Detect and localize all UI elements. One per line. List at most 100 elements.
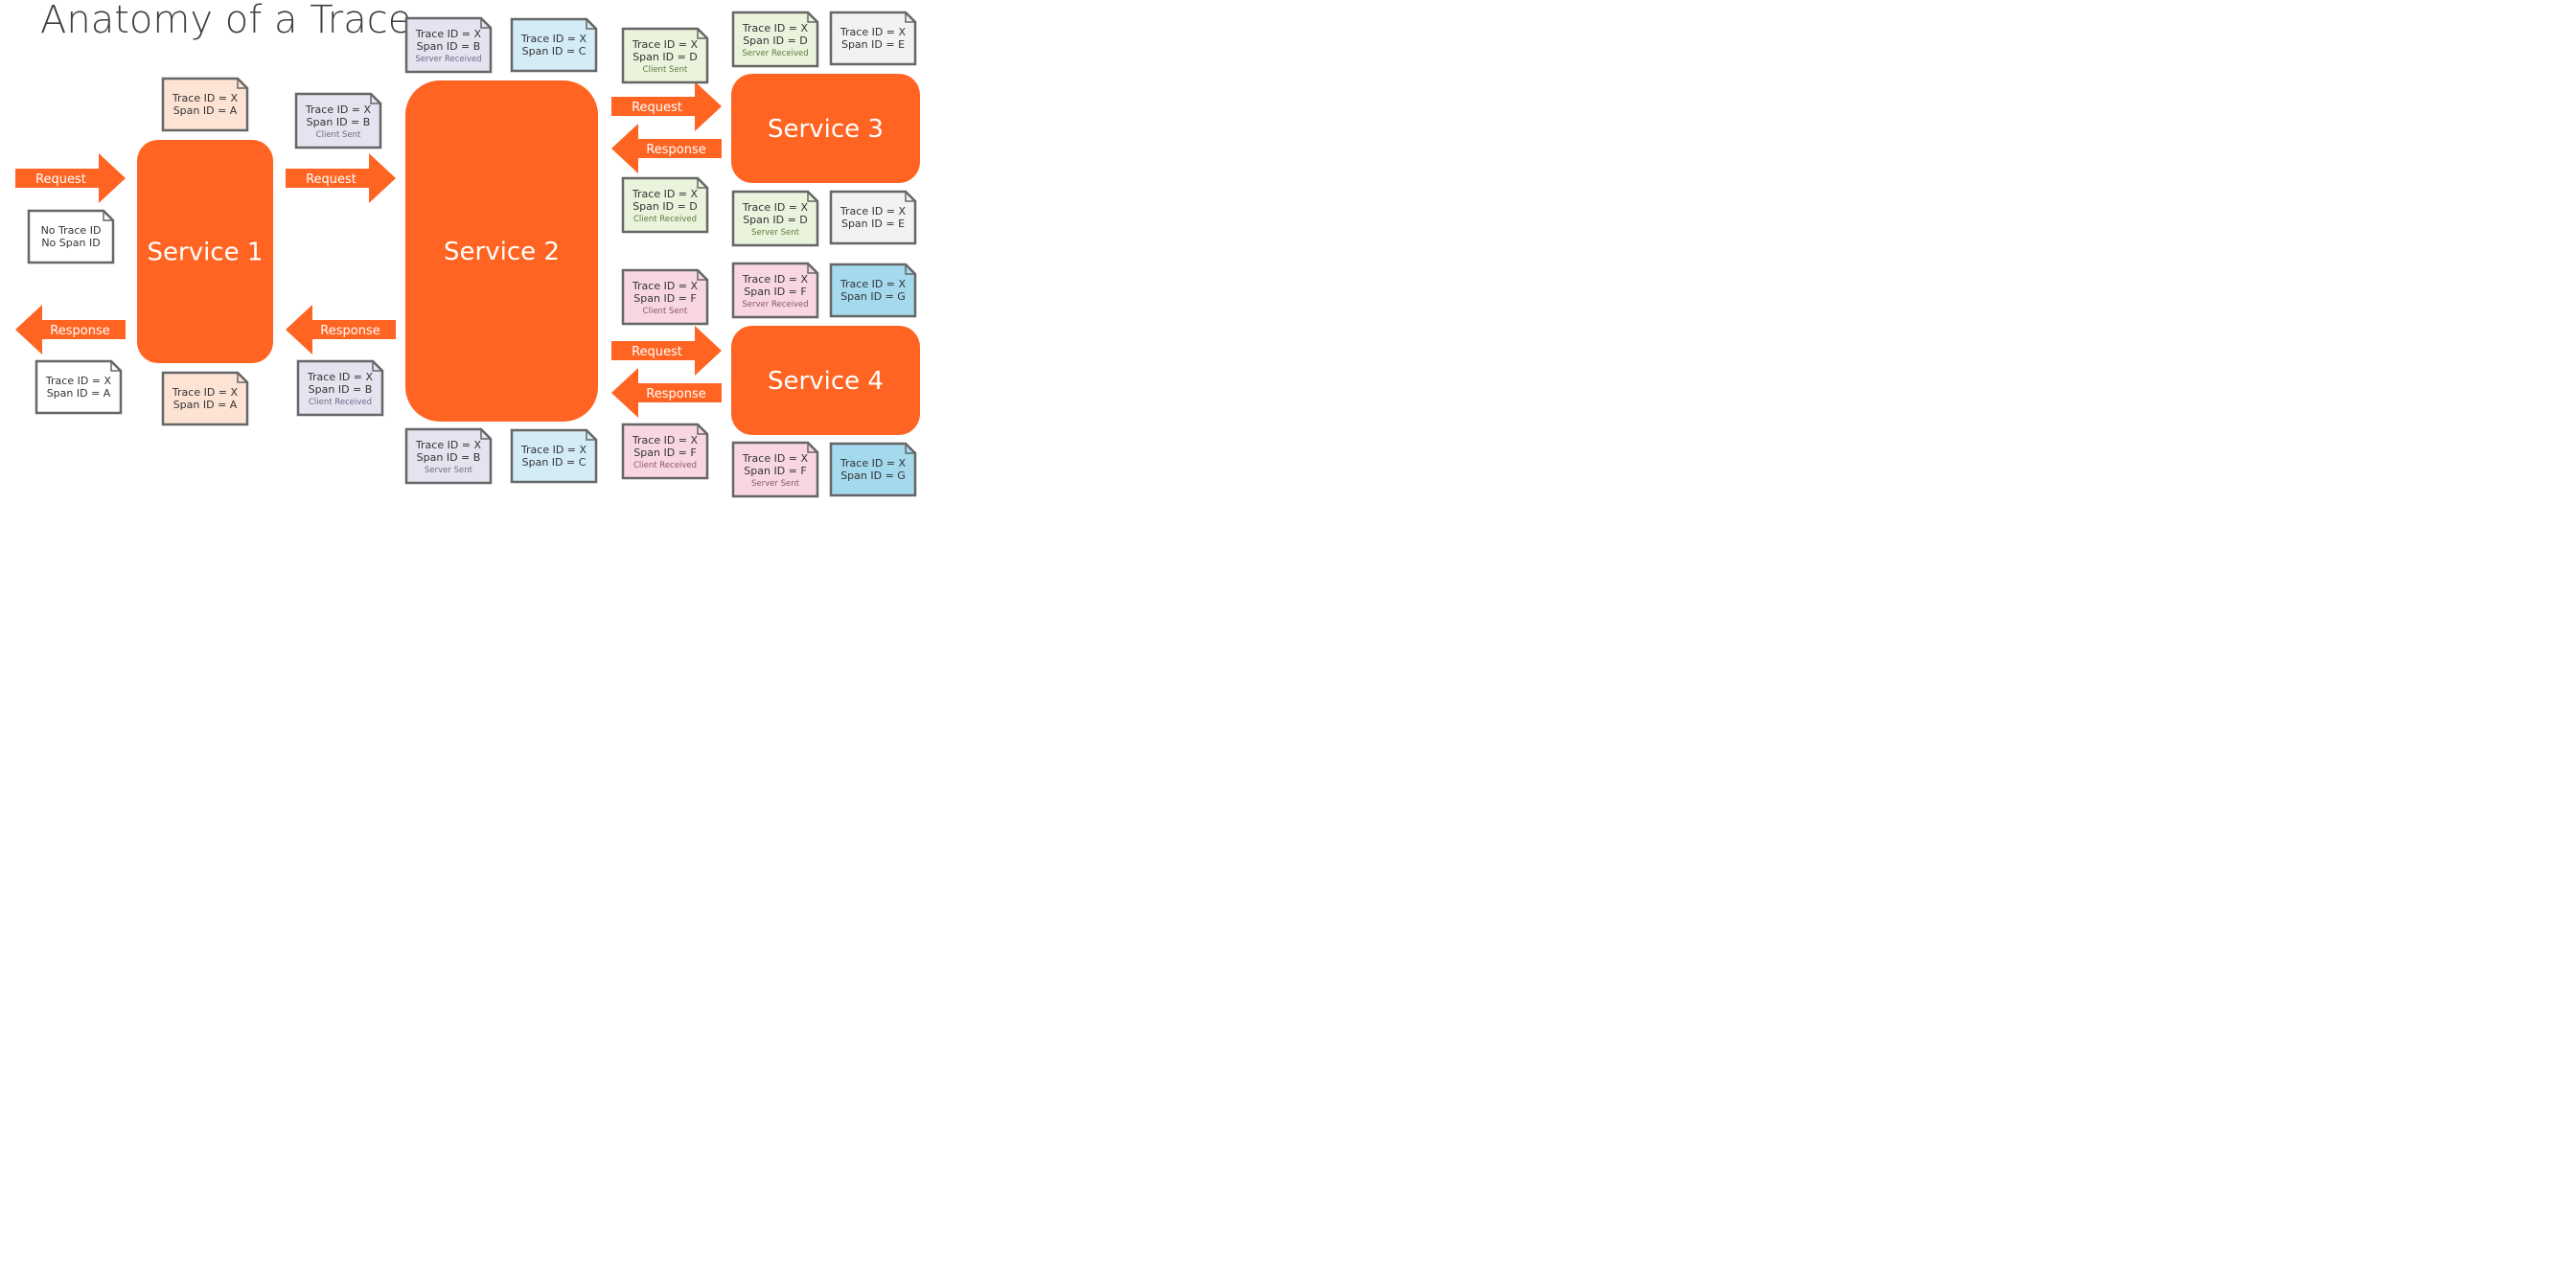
span-event-text: Server Sent <box>751 228 800 238</box>
span-id-text: Span ID = B <box>307 116 371 128</box>
trace-id-text: Trace ID = X <box>840 205 907 217</box>
s2-s1-response-arrow: Response <box>286 305 396 355</box>
span-note-s1-span-a-top: Trace ID = XSpan ID = A <box>161 77 249 132</box>
span-event-text: Client Sent <box>643 65 688 75</box>
span-id-text: Span ID = C <box>522 45 586 57</box>
span-id-text: Span ID = E <box>841 217 905 230</box>
trace-id-text: Trace ID = X <box>307 371 374 383</box>
span-note-d-server-received: Trace ID = XSpan ID = D Server Received <box>731 11 819 68</box>
span-event-text: Server Sent <box>751 479 800 489</box>
span-note-f-client-sent: Trace ID = XSpan ID = F Client Sent <box>621 268 709 326</box>
s2-s3-request-arrow: Request <box>611 81 722 131</box>
span-id-text: Span ID = A <box>173 399 238 411</box>
client-response-arrow: Response <box>15 305 126 355</box>
trace-id-text: Trace ID = X <box>742 201 809 214</box>
trace-id-text: Trace ID = X <box>840 457 907 469</box>
span-id-text: Span ID = A <box>47 387 111 400</box>
span-note-g-top: Trace ID = XSpan ID = G <box>829 263 917 318</box>
span-note-f-server-sent: Trace ID = XSpan ID = F Server Sent <box>731 441 819 498</box>
span-id-text: Span ID = F <box>744 465 806 477</box>
span-id-text: Span ID = E <box>841 38 905 51</box>
span-note-b-server-sent: Trace ID = XSpan ID = B Server Sent <box>404 427 493 485</box>
trace-id-text: Trace ID = X <box>742 22 809 34</box>
client-response-label: Response <box>50 324 109 338</box>
service-3-node: Service 3 <box>731 74 920 183</box>
span-note-d-client-received: Trace ID = XSpan ID = D Client Received <box>621 176 709 234</box>
service-3-label: Service 3 <box>768 115 884 144</box>
span-note-s1-span-a-bottom: Trace ID = XSpan ID = A <box>161 371 249 426</box>
span-id-text: Span ID = A <box>173 104 238 117</box>
s2-s1-response-label: Response <box>320 324 380 338</box>
span-id-text: Span ID = F <box>633 446 696 459</box>
diagram-title: Anatomy of a Trace <box>40 0 411 42</box>
span-id-text: Span ID = F <box>744 286 806 298</box>
services-layer: Service 1 Service 2 Service 3 Service 4 <box>137 74 920 435</box>
span-note-b-client-received: Trace ID = XSpan ID = B Client Received <box>296 359 384 417</box>
client-request-label: Request <box>35 172 86 187</box>
span-event-text: Client Received <box>633 215 697 224</box>
span-event-text: Server Received <box>415 55 481 64</box>
s2-s3-request-label: Request <box>632 101 682 115</box>
service-4-label: Service 4 <box>768 367 884 396</box>
s1-s2-request-arrow: Request <box>286 153 396 203</box>
span-note-b-client-sent: Trace ID = XSpan ID = B Client Sent <box>294 92 382 149</box>
span-id-text: Span ID = G <box>840 469 906 482</box>
span-note-c-bottom: Trace ID = XSpan ID = C <box>510 428 598 484</box>
trace-id-text: Trace ID = X <box>632 38 699 51</box>
span-id-text: Span ID = D <box>743 34 808 47</box>
trace-id-text: Trace ID = X <box>415 28 482 40</box>
service-1-node: Service 1 <box>137 140 273 363</box>
trace-id-text: No Trace ID <box>41 224 102 237</box>
span-note-f-client-received: Trace ID = XSpan ID = F Client Received <box>621 423 709 480</box>
span-id-text: Span ID = B <box>309 383 373 396</box>
span-note-d-client-sent: Trace ID = XSpan ID = D Client Sent <box>621 27 709 84</box>
service-2-node: Service 2 <box>405 80 598 422</box>
span-id-text: Span ID = B <box>417 451 481 464</box>
trace-id-text: Trace ID = X <box>172 92 239 104</box>
span-note-f-server-received: Trace ID = XSpan ID = F Server Received <box>731 262 819 319</box>
span-event-text: Server Sent <box>425 466 473 475</box>
span-note-client-response-a: Trace ID = XSpan ID = A <box>34 359 123 415</box>
span-id-text: Span ID = D <box>632 200 698 213</box>
trace-id-text: Trace ID = X <box>742 273 809 286</box>
span-id-text: No Span ID <box>41 237 100 249</box>
trace-id-text: Trace ID = X <box>840 26 907 38</box>
client-request-arrow: Request <box>15 153 126 203</box>
trace-id-text: Trace ID = X <box>520 33 587 45</box>
span-note-c-top: Trace ID = XSpan ID = C <box>510 17 598 73</box>
span-note-no-ids: No Trace IDNo Span ID <box>27 209 115 264</box>
s3-s2-response-label: Response <box>646 143 705 157</box>
trace-id-text: Trace ID = X <box>840 278 907 290</box>
span-note-b-server-received: Trace ID = XSpan ID = B Server Received <box>404 16 493 74</box>
s1-s2-request-label: Request <box>306 172 356 187</box>
service-4-node: Service 4 <box>731 326 920 435</box>
trace-id-text: Trace ID = X <box>632 434 699 446</box>
service-2-label: Service 2 <box>444 238 560 266</box>
span-event-text: Server Received <box>742 300 808 309</box>
trace-id-text: Trace ID = X <box>520 444 587 456</box>
span-id-text: Span ID = F <box>633 292 696 305</box>
span-note-g-bottom: Trace ID = XSpan ID = G <box>829 442 917 497</box>
trace-id-text: Trace ID = X <box>45 375 112 387</box>
trace-id-text: Trace ID = X <box>305 103 372 116</box>
span-id-text: Span ID = B <box>417 40 481 53</box>
trace-id-text: Trace ID = X <box>415 439 482 451</box>
s2-s4-request-arrow: Request <box>611 326 722 376</box>
span-note-e-top: Trace ID = XSpan ID = E <box>829 11 917 66</box>
span-event-text: Client Received <box>633 461 697 470</box>
trace-diagram: Anatomy of a Trace Service 1 Service 2Ser… <box>15 0 920 498</box>
span-note-e-bottom: Trace ID = XSpan ID = E <box>829 190 917 245</box>
span-event-text: Client Received <box>309 398 372 407</box>
span-event-text: Client Sent <box>316 130 361 140</box>
span-event-text: Server Received <box>742 49 808 58</box>
span-note-d-server-sent: Trace ID = XSpan ID = D Server Sent <box>731 190 819 247</box>
s3-s2-response-arrow: Response <box>611 124 722 173</box>
span-id-text: Span ID = G <box>840 290 906 303</box>
trace-id-text: Trace ID = X <box>632 280 699 292</box>
span-id-text: Span ID = C <box>522 456 586 469</box>
s2-s4-request-label: Request <box>632 345 682 359</box>
trace-id-text: Trace ID = X <box>742 452 809 465</box>
s4-s2-response-arrow: Response <box>611 368 722 418</box>
service-1-label: Service 1 <box>148 239 264 267</box>
span-id-text: Span ID = D <box>743 214 808 226</box>
